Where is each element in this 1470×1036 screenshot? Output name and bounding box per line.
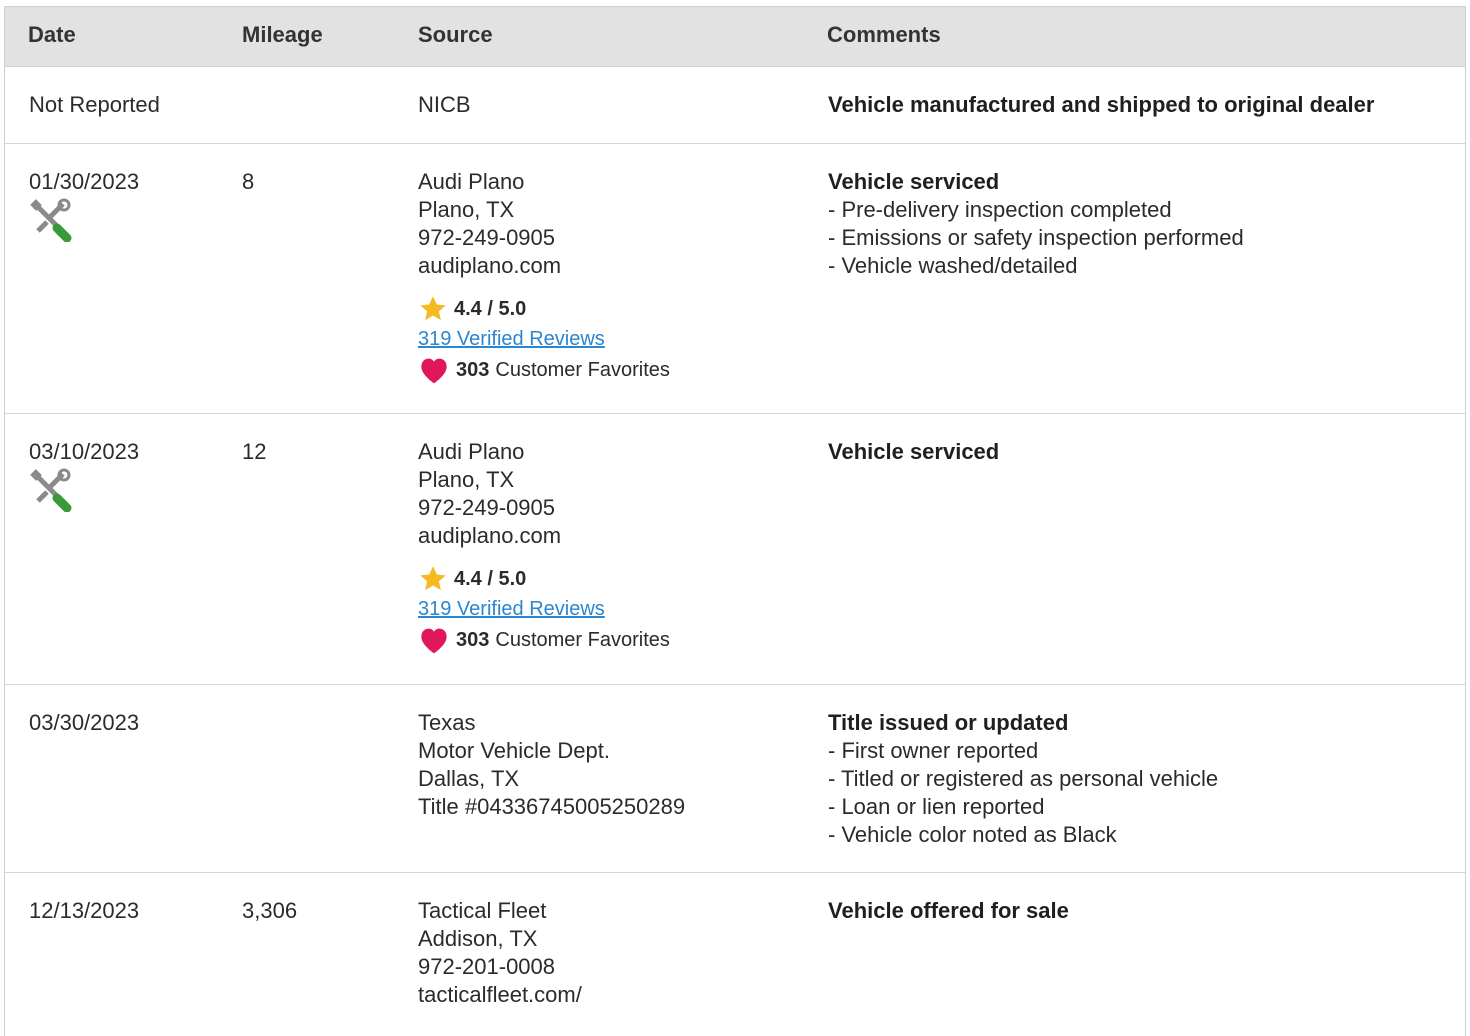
table-row: 12/13/2023 3,306 Tactical Fleet Addison,…: [5, 873, 1465, 1036]
row-source: NICB: [418, 91, 471, 119]
favorites-label: Customer Favorites: [495, 359, 670, 381]
favorites-line: 303 Customer Favorites: [418, 354, 670, 386]
row-mileage: 3,306: [242, 898, 298, 923]
row-date: 01/30/2023: [29, 168, 139, 242]
heart-icon: [421, 628, 447, 654]
column-header-comments: Comments: [827, 22, 941, 47]
row-date: Not Reported: [29, 92, 160, 117]
table-row: 01/30/2023 8 Audi Plano Plano, TX 972-24…: [5, 144, 1465, 414]
rating-line: 4.4 / 5.0: [418, 294, 670, 324]
row-mileage: 12: [242, 439, 267, 464]
table-header: Date Mileage Source Comments: [5, 7, 1465, 67]
heart-icon: [421, 358, 447, 384]
favorites-count: 303: [456, 359, 490, 381]
row-source: Audi Plano Plano, TX 972-249-0905 audipl…: [418, 168, 670, 386]
source-name: Tactical Fleet: [418, 898, 547, 923]
verified-reviews-link[interactable]: 319 Verified Reviews: [418, 594, 670, 624]
row-date-text: 01/30/2023: [29, 169, 140, 194]
source-website: audiplano.com: [418, 253, 562, 278]
table-row: 03/30/2023 Texas Motor Vehicle Dept. Dal…: [5, 685, 1465, 873]
column-header-date: Date: [28, 22, 76, 47]
source-name: Texas: [418, 710, 476, 735]
source-website: audiplano.com: [418, 523, 562, 548]
row-date: 03/10/2023: [29, 438, 139, 512]
row-comments: Title issued or updated - First owner re…: [828, 709, 1218, 849]
row-comment-title: Vehicle serviced: [828, 439, 1000, 464]
source-phone: 972-249-0905: [418, 495, 556, 520]
comment-item: - Vehicle color noted as Black: [828, 822, 1117, 847]
star-icon: [420, 566, 446, 591]
verified-reviews-link[interactable]: 319 Verified Reviews: [418, 324, 670, 354]
row-date: 03/30/2023: [29, 710, 140, 735]
column-header-source: Source: [418, 22, 493, 47]
row-comment-title: Vehicle manufactured and shipped to orig…: [828, 92, 1375, 117]
rating-line: 4.4 / 5.0: [418, 564, 670, 594]
source-location: Plano, TX: [418, 467, 515, 492]
comment-item: - Vehicle washed/detailed: [828, 253, 1078, 278]
favorites-label: Customer Favorites: [495, 629, 670, 651]
table-row: 03/10/2023 12 Audi Plano Plano, TX 972-2…: [5, 414, 1465, 685]
rating-value: 4.4 / 5.0: [454, 298, 527, 320]
row-comment-title: Vehicle serviced: [828, 169, 1000, 194]
comment-item: - Loan or lien reported: [828, 794, 1045, 819]
vehicle-history-table: Date Mileage Source Comments Not Reporte…: [4, 6, 1466, 1036]
source-phone: 972-249-0905: [418, 225, 556, 250]
row-date: 12/13/2023: [29, 898, 140, 923]
comment-item: - Emissions or safety inspection perform…: [828, 225, 1244, 250]
source-location: Plano, TX: [418, 197, 515, 222]
source-phone: 972-201-0008: [418, 954, 556, 979]
favorites-count: 303: [456, 629, 490, 651]
dealer-rating: 4.4 / 5.0 319 Verified Reviews 303 Custo…: [418, 294, 670, 386]
star-icon: [420, 296, 446, 321]
row-comment-title: Title issued or updated: [828, 710, 1069, 735]
source-name: Audi Plano: [418, 169, 525, 194]
table-row: Not Reported NICB Vehicle manufactured a…: [5, 67, 1465, 144]
source-title-number: Title #04336745005250289: [418, 794, 686, 819]
row-comment-title: Vehicle offered for sale: [828, 898, 1069, 923]
source-location: Dallas, TX: [418, 766, 520, 791]
row-source: Tactical Fleet Addison, TX 972-201-0008 …: [418, 897, 582, 1009]
row-comments: Vehicle serviced - Pre-delivery inspecti…: [828, 168, 1244, 280]
row-mileage: 8: [242, 169, 255, 194]
rating-value: 4.4 / 5.0: [454, 568, 527, 590]
column-header-mileage: Mileage: [242, 22, 323, 47]
row-source: Audi Plano Plano, TX 972-249-0905 audipl…: [418, 438, 670, 656]
comment-item: - First owner reported: [828, 738, 1039, 763]
service-tools-icon: [30, 468, 72, 512]
comment-item: - Pre-delivery inspection completed: [828, 197, 1172, 222]
comment-item: - Titled or registered as personal vehic…: [828, 766, 1219, 791]
row-date-text: 03/10/2023: [29, 439, 140, 464]
dealer-rating: 4.4 / 5.0 319 Verified Reviews 303 Custo…: [418, 564, 670, 656]
source-name: NICB: [418, 92, 471, 117]
service-tools-icon: [30, 198, 72, 242]
row-source: Texas Motor Vehicle Dept. Dallas, TX Tit…: [418, 709, 685, 821]
source-agency: Motor Vehicle Dept.: [418, 738, 610, 763]
source-name: Audi Plano: [418, 439, 525, 464]
source-location: Addison, TX: [418, 926, 538, 951]
favorites-line: 303 Customer Favorites: [418, 624, 670, 656]
source-website: tacticalfleet.com/: [418, 982, 582, 1007]
